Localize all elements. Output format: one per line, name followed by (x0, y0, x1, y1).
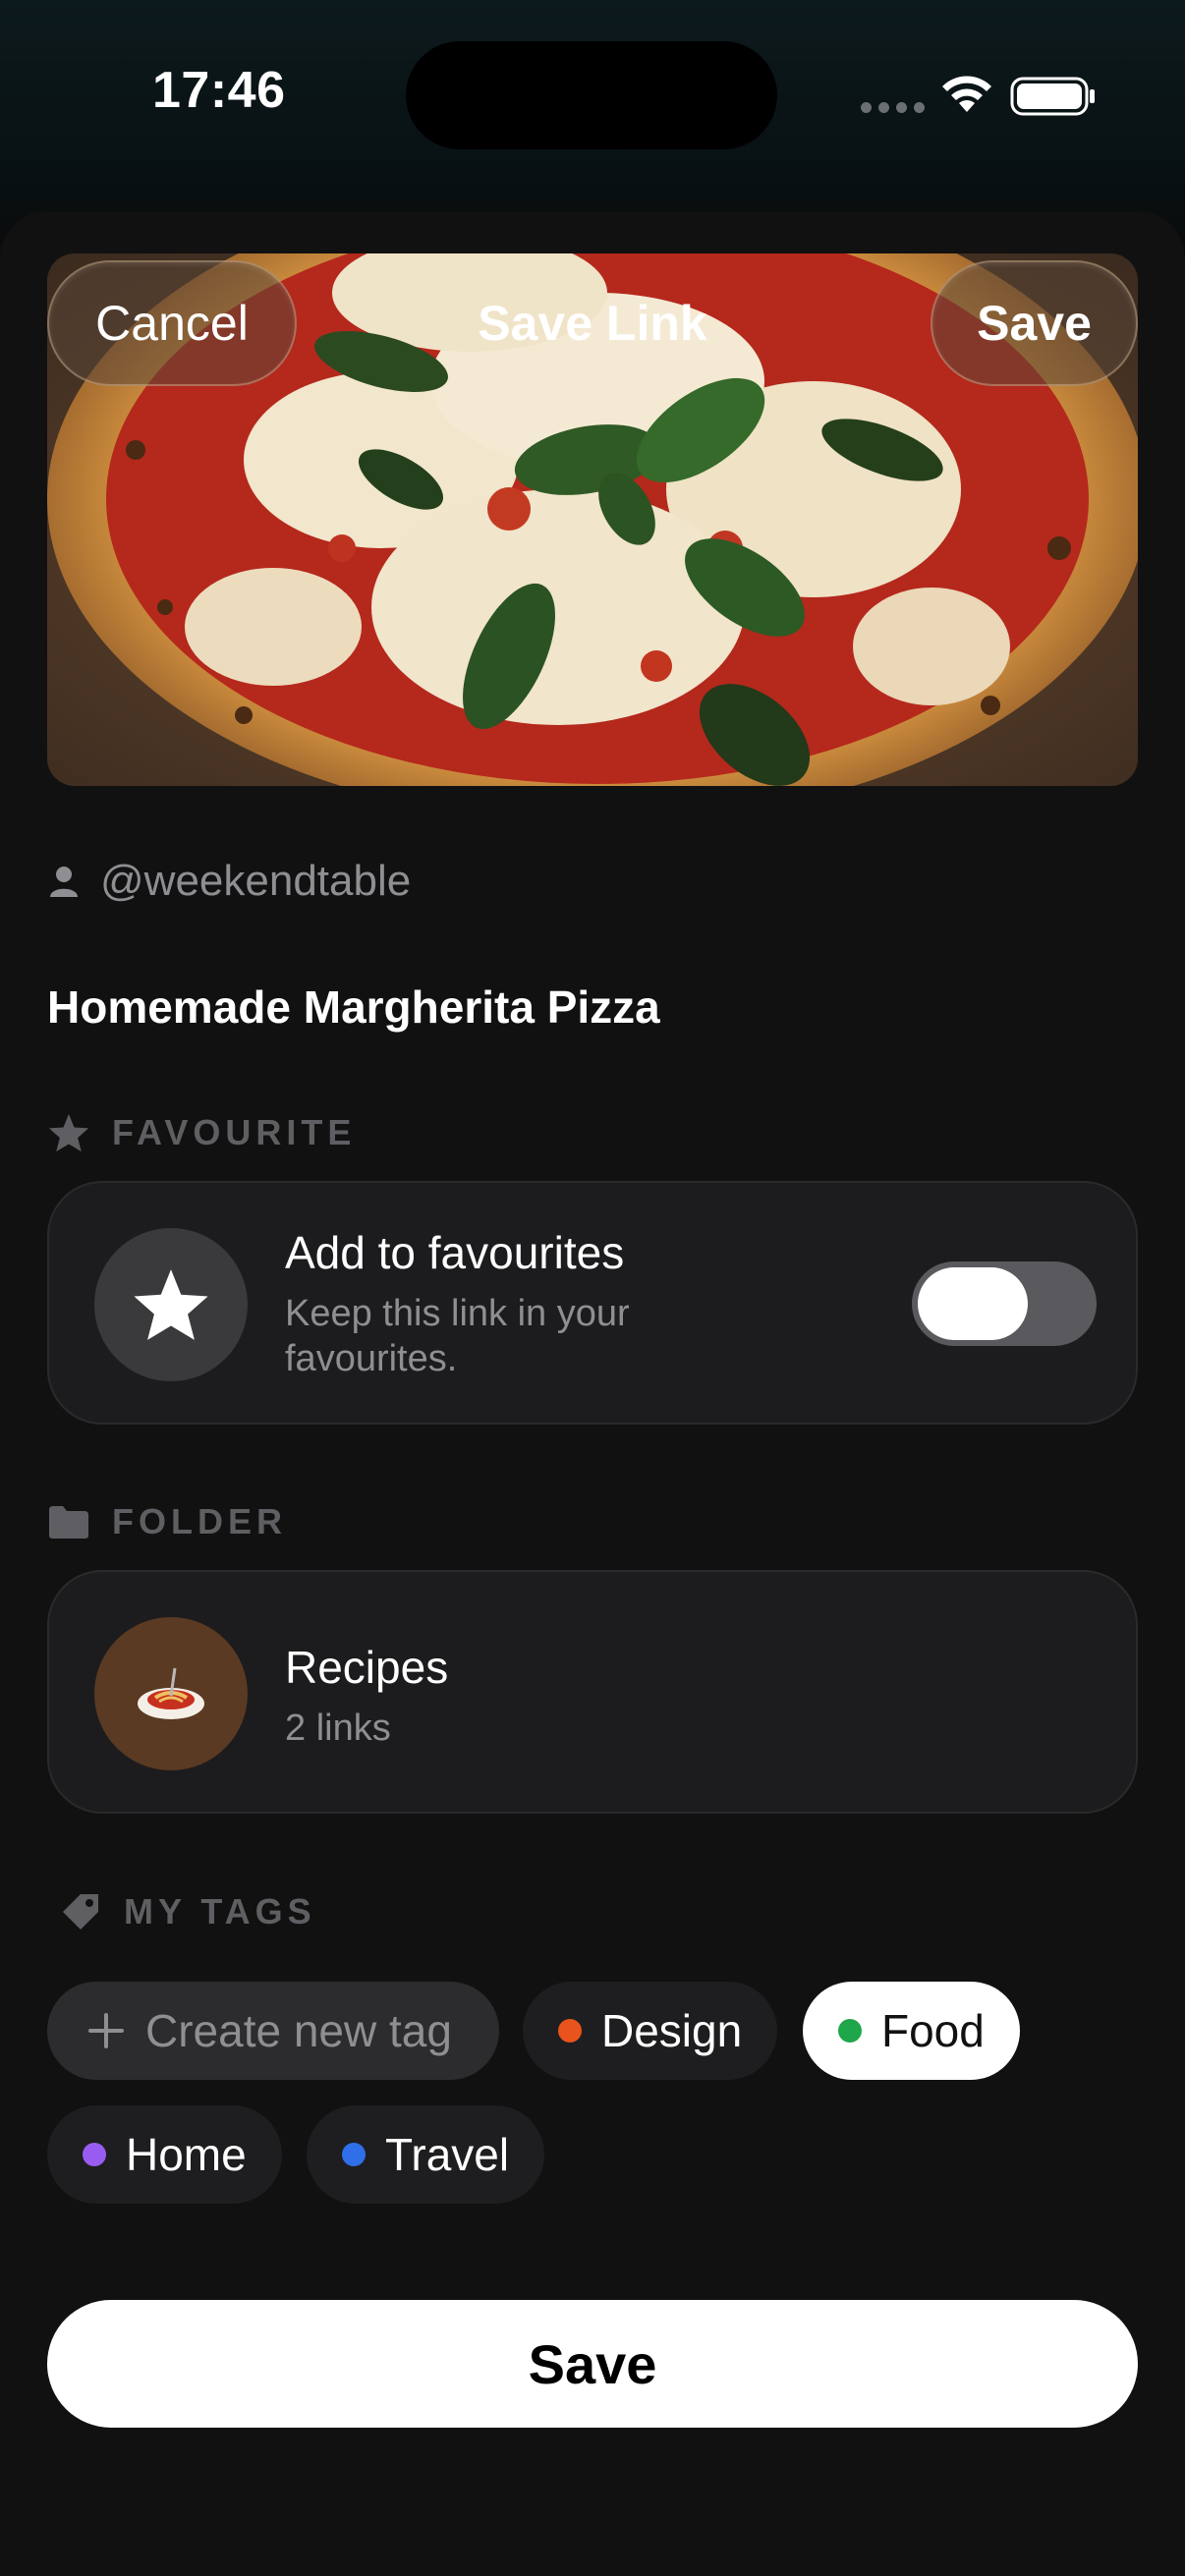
tag-color-dot (558, 2019, 582, 2043)
spaghetti-icon (138, 1667, 204, 1719)
favourite-section-text: FAVOURITE (112, 1112, 357, 1152)
folder-count: 2 links (285, 1708, 391, 1749)
star-icon (134, 1269, 208, 1340)
save-link-screen: 17:46 Cancel Save Link Save @weekendtabl… (0, 0, 1185, 2576)
star-icon (48, 1113, 89, 1152)
tag-label: Design (601, 2005, 743, 2056)
save-button[interactable]: Save (47, 2300, 1138, 2428)
plus-icon (88, 2013, 124, 2048)
wifi-icon (942, 76, 991, 112)
tag-chip-design[interactable]: Design (523, 1982, 778, 2080)
author-row: @weekendtable (47, 857, 411, 906)
tag-chip-travel[interactable]: Travel (307, 2105, 545, 2204)
tag-label: Home (126, 2129, 247, 2180)
tag-color-dot (342, 2143, 366, 2166)
tag-chip-home[interactable]: Home (47, 2105, 282, 2204)
create-tag-label: Create new tag (145, 2005, 452, 2056)
battery-icon (1010, 77, 1095, 116)
tags-section-label: MY TAGS (59, 1890, 316, 1933)
dynamic-island (406, 41, 777, 149)
folder-name: Recipes (285, 1642, 449, 1693)
link-title: Homemade Margherita Pizza (47, 981, 660, 1033)
favourite-card[interactable]: Add to favourites Keep this link in your… (47, 1181, 1138, 1425)
status-time: 17:46 (152, 62, 286, 119)
favourite-subtitle: Keep this link in your favourites. (285, 1293, 630, 1379)
tag-color-dot (83, 2143, 106, 2166)
tag-label: Travel (385, 2129, 510, 2180)
author-handle: @weekendtable (100, 857, 412, 905)
tag-chip-food[interactable]: Food (803, 1982, 1020, 2080)
tags-section-text: MY TAGS (124, 1891, 316, 1932)
favourite-title: Add to favourites (285, 1227, 625, 1278)
create-tag-button[interactable]: Create new tag (47, 1982, 499, 2080)
tag-icon (63, 1894, 98, 1930)
header-save-button[interactable]: Save (931, 260, 1138, 386)
folder-section-text: FOLDER (112, 1501, 287, 1541)
tag-color-dot (838, 2019, 862, 2043)
person-icon (50, 867, 78, 897)
favourite-section-label: FAVOURITE (47, 1112, 356, 1153)
folder-card[interactable]: Recipes 2 links (47, 1570, 1138, 1814)
toggle-knob (918, 1267, 1028, 1340)
folder-section-label: FOLDER (47, 1501, 287, 1542)
folder-emoji-badge (94, 1617, 248, 1770)
cellular-signal-icon (861, 102, 925, 113)
favourite-badge (94, 1228, 248, 1381)
folder-icon (49, 1506, 88, 1539)
status-indicators (861, 73, 1116, 120)
favourite-toggle[interactable] (912, 1261, 1097, 1346)
tag-label: Food (881, 2005, 985, 2056)
